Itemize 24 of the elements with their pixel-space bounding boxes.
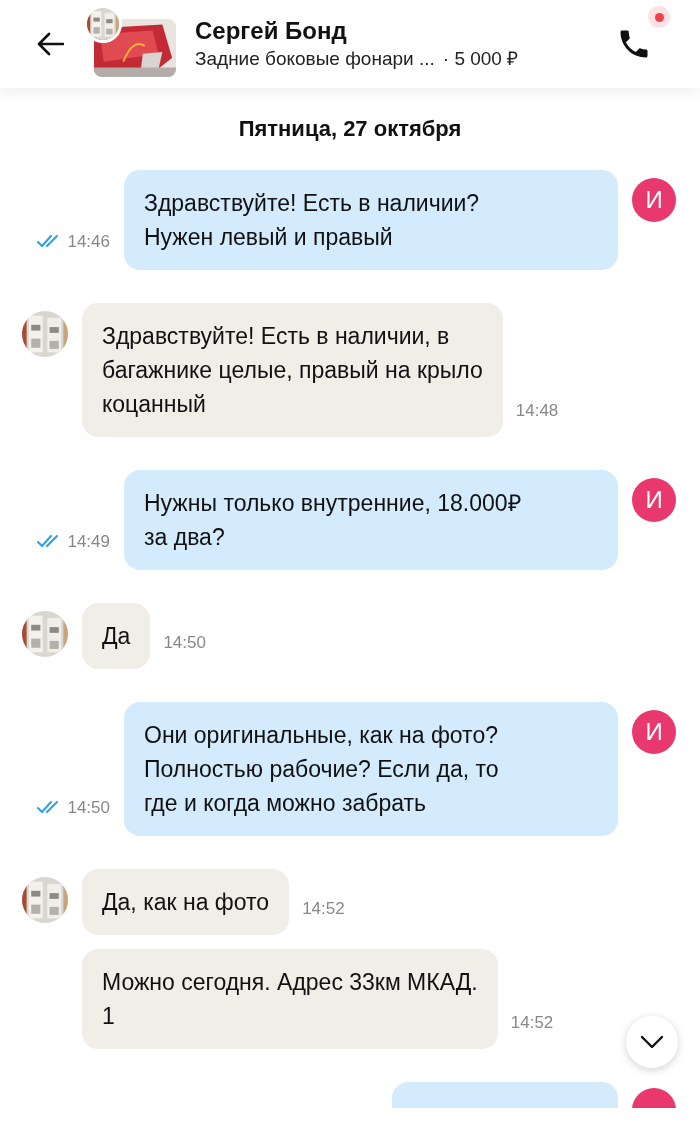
message-time: 14:52 [302, 897, 345, 920]
message-time: 14:52 [510, 1011, 554, 1034]
message-time: 14:49 [67, 530, 110, 553]
date-separator: Пятница, 27 октября [238, 116, 462, 141]
message-bubble: Да, как на фото [82, 869, 290, 935]
message-bubble: Здравствуйте! Есть в наличии? Нужен левый и правый [124, 170, 618, 270]
message-time: 14:46 [67, 230, 110, 253]
back-icon[interactable] [36, 32, 64, 56]
scroll-down-button[interactable] [626, 1016, 678, 1068]
message-time: 14:50 [163, 631, 206, 654]
message-bubble: Можно сегодня. Адрес 33км МКАД. 1 [82, 949, 498, 1049]
user-avatar: И [632, 478, 676, 522]
user-avatar: И [632, 178, 676, 222]
listing-title: Задние боковые фонари ... [195, 47, 435, 71]
listing-price: · 5 000 ₽ [442, 47, 519, 71]
message-time: 14:50 [67, 796, 110, 819]
message-bubble: Нужны только внутренние, 18.000₽ за два? [124, 470, 618, 570]
message-bubble: Да [82, 603, 151, 669]
message-bubble: Они оригинальные, как на фото? Полностью рабочие? Если да, то где и когда можно забрать [124, 702, 618, 836]
message-time: 14:48 [515, 399, 559, 422]
message-bubble: Здравствуйте! Есть в наличии, в багажнике целые, правый на крыло коцанный [82, 303, 503, 437]
contact-name: Сергей Бонд [195, 16, 348, 46]
user-avatar: И [632, 710, 676, 754]
chevron-down-icon [641, 1036, 663, 1048]
